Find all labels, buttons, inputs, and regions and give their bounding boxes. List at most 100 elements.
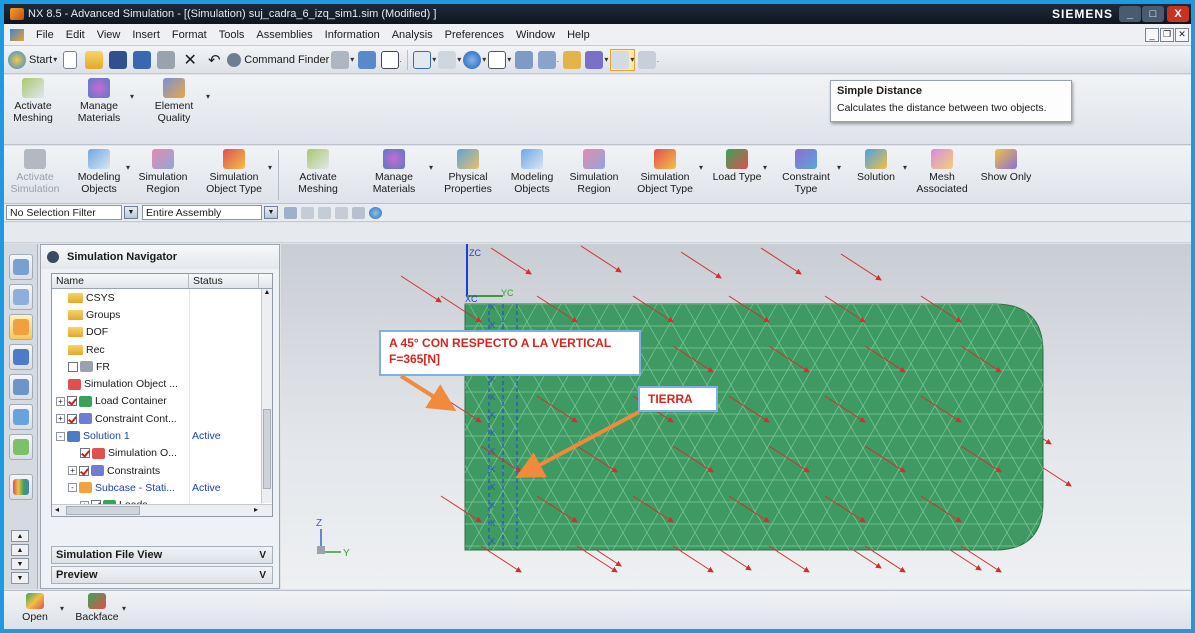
selection-scope-select[interactable]: Entire Assembly (142, 205, 262, 220)
tree-row[interactable]: + Constraint Cont... (52, 410, 272, 428)
menu-view[interactable]: View (91, 29, 127, 41)
ribbon-activate-simulation[interactable]: Activate Simulation (4, 146, 66, 195)
resource-scroll-up[interactable]: ▲ (11, 530, 29, 542)
command-finder-button[interactable]: Command Finder (227, 49, 329, 71)
resource-scroll-mid-down[interactable]: ▼ (11, 558, 29, 570)
navigator-vertical-scrollbar[interactable]: ▲ (261, 289, 272, 503)
move-component-button[interactable]: . (537, 49, 559, 71)
print-button[interactable] (155, 49, 177, 71)
graphics-window[interactable]: KKKKKKKKKKKKKK ZC XC YC Z Y A 45° CON RE… (281, 244, 1191, 589)
doc-restore-button[interactable]: ❐ (1160, 27, 1174, 42)
visibility-checkbox[interactable] (67, 413, 77, 424)
simulation-file-view-panel[interactable]: Simulation File View V (51, 546, 273, 564)
ribbon-simulation-object-type-2[interactable]: Simulation Object Type ▾ (625, 146, 705, 195)
ribbon-mesh-associated[interactable]: Mesh Associated (909, 146, 975, 195)
chevron-down-icon[interactable]: V (259, 550, 266, 561)
navigator-hscroll-thumb[interactable] (66, 506, 140, 515)
snap-point-icon[interactable] (352, 206, 365, 219)
open-button[interactable] (83, 49, 105, 71)
ribbon-simulation-object-type-1[interactable]: Simulation Object Type ▾ (194, 146, 274, 195)
tree-row[interactable]: Groups (52, 306, 272, 324)
menu-tools[interactable]: Tools (213, 29, 251, 41)
save-button[interactable] (107, 49, 129, 71)
expand-icon[interactable]: + (56, 414, 65, 424)
ribbon-top-element-quality[interactable]: Element Quality ▾ (136, 75, 212, 124)
chevron-down-icon[interactable]: V (259, 570, 266, 581)
column-name[interactable]: Name (52, 274, 189, 288)
tree-row[interactable]: Rec (52, 340, 272, 359)
tree-row[interactable]: FR (52, 358, 272, 376)
fit-button[interactable]: ▾ (413, 49, 436, 71)
collapse-icon[interactable]: - (56, 431, 65, 441)
ribbon-top-activate-meshing[interactable]: Activate Meshing (4, 75, 62, 124)
tree-row[interactable]: + Constraints (52, 461, 272, 480)
analysis-button[interactable]: ▾ (585, 49, 608, 71)
visibility-checkbox[interactable] (80, 448, 90, 459)
save-as-button[interactable] (131, 49, 153, 71)
ribbon-solution[interactable]: Solution ▾ (843, 146, 909, 183)
menu-file[interactable]: File (30, 29, 60, 41)
ribbon-modeling-objects-2[interactable]: Modeling Objects (501, 146, 563, 195)
ribbon-activate-meshing[interactable]: Activate Meshing (283, 146, 353, 195)
resource-scroll-mid[interactable]: ▲ (11, 544, 29, 556)
expand-icon[interactable]: + (56, 396, 65, 406)
collapse-icon[interactable]: - (68, 483, 77, 493)
navigator-vscroll-thumb[interactable] (263, 409, 271, 489)
backface-button[interactable]: Backface ▾ (66, 591, 128, 629)
menu-analysis[interactable]: Analysis (386, 29, 439, 41)
selection-scope-dropdown[interactable]: ▼ (264, 206, 278, 219)
ribbon-top-manage-materials[interactable]: Manage Materials ▾ (62, 75, 136, 124)
shaded-ball-icon[interactable] (369, 206, 382, 219)
ribbon-simulation-region-1[interactable]: Simulation Region (132, 146, 194, 195)
menu-insert[interactable]: Insert (126, 29, 166, 41)
menu-preferences[interactable]: Preferences (439, 29, 510, 41)
simple-distance-button[interactable]: ▾ (610, 48, 636, 71)
render-style-button[interactable]: ▾ (331, 49, 354, 71)
background-button[interactable]: ▾ (488, 49, 511, 71)
resource-tab-simulation-navigator[interactable] (9, 314, 33, 340)
selection-filter-select[interactable]: No Selection Filter (6, 205, 122, 220)
start-button[interactable]: Start ▾ (8, 49, 57, 71)
tree-row[interactable]: - Subcase - Stati... Active (52, 479, 272, 497)
layer-button[interactable] (356, 49, 378, 71)
tree-row[interactable]: + Load Container (52, 392, 272, 411)
tree-row[interactable]: Simulation O... (52, 444, 272, 462)
resource-tab-web-browser[interactable] (9, 404, 33, 430)
maximize-button[interactable]: □ (1142, 6, 1164, 22)
expand-icon[interactable]: + (68, 466, 77, 476)
minimize-button[interactable]: _ (1119, 6, 1141, 22)
snap-mid-icon[interactable] (318, 206, 331, 219)
menu-edit[interactable]: Edit (60, 29, 91, 41)
delete-button[interactable]: ✕ (179, 49, 201, 71)
ribbon-simulation-region-2[interactable]: Simulation Region (563, 146, 625, 195)
open-button-bottom[interactable]: Open ▾ (4, 591, 66, 629)
resource-tab-constraint-navigator[interactable] (9, 344, 33, 370)
resource-tab-assembly-navigator[interactable] (9, 284, 33, 310)
menu-help[interactable]: Help (561, 29, 596, 41)
select-all-icon[interactable] (284, 206, 297, 219)
simple-angle-button[interactable]: . (637, 49, 659, 71)
tree-row[interactable]: Simulation Object ... (52, 375, 272, 393)
menu-format[interactable]: Format (166, 29, 213, 41)
resource-tab-part-navigator[interactable] (9, 254, 33, 280)
menu-information[interactable]: Information (319, 29, 386, 41)
ribbon-constraint-type[interactable]: Constraint Type ▾ (769, 146, 843, 195)
snap-center-icon[interactable] (335, 206, 348, 219)
preview-panel[interactable]: Preview V (51, 566, 273, 584)
selection-filter-dropdown[interactable]: ▼ (124, 206, 138, 219)
shaded-button[interactable]: ▾ (463, 49, 486, 71)
visibility-checkbox[interactable] (79, 465, 89, 476)
document-menu-icon[interactable] (10, 28, 24, 41)
resource-tab-roles[interactable] (9, 474, 33, 500)
resource-tab-reuse-library[interactable] (9, 374, 33, 400)
close-button[interactable]: X (1167, 6, 1189, 22)
new-button[interactable] (59, 49, 81, 71)
measure-button[interactable] (561, 49, 583, 71)
undo-button[interactable]: ↶ (203, 49, 225, 71)
column-status[interactable]: Status (189, 274, 259, 288)
visibility-checkbox[interactable] (68, 361, 78, 372)
ribbon-modeling-objects-1[interactable]: Modeling Objects ▾ (66, 146, 132, 195)
ribbon-load-type[interactable]: Load Type ▾ (705, 146, 769, 183)
pin-icon[interactable] (47, 251, 59, 263)
menu-window[interactable]: Window (510, 29, 561, 41)
